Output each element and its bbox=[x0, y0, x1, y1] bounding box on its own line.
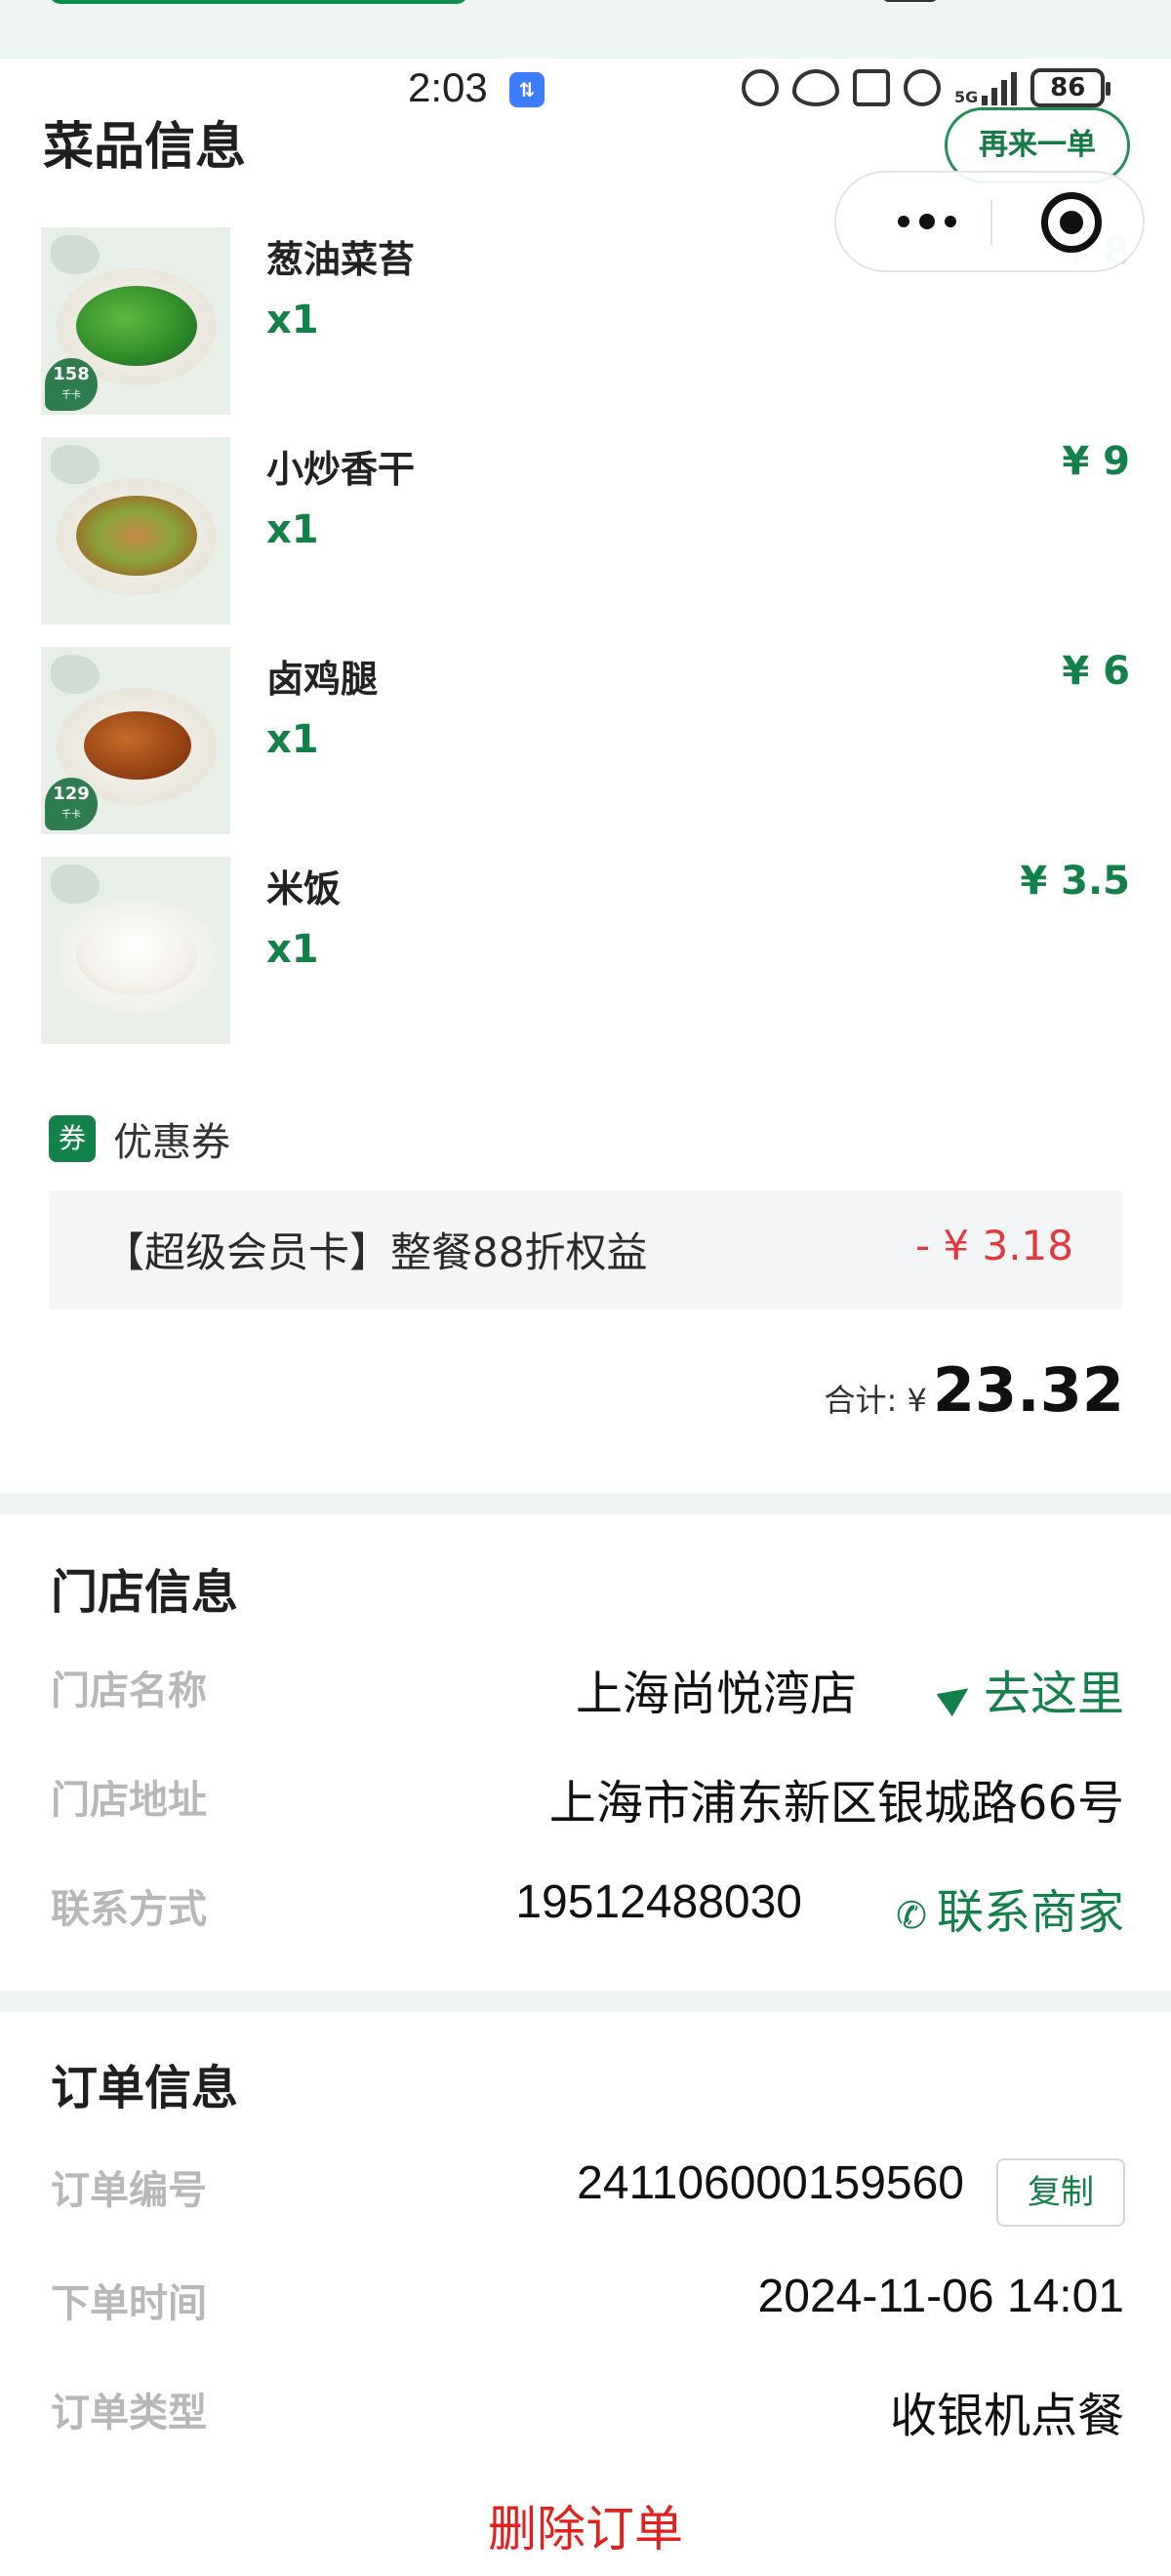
contact-merchant-link[interactable]: ✆ 联系商家 bbox=[896, 1873, 1124, 1942]
phone-icon: ✆ bbox=[896, 1894, 927, 1937]
dish-name: 卤鸡腿 bbox=[266, 658, 379, 701]
brand-leaf-icon bbox=[51, 235, 100, 274]
order-time-key: 下单时间 bbox=[51, 2281, 207, 2326]
food-graphic bbox=[84, 711, 191, 780]
store-phone-value: 19512488030 bbox=[515, 1876, 802, 1928]
section-separator bbox=[0, 1991, 1171, 2012]
coupon-discount-amount: - ¥ 3.18 bbox=[914, 1222, 1073, 1269]
dish-image: 158 千卡 bbox=[41, 227, 230, 415]
order-time-value: 2024-11-06 14:01 bbox=[757, 2271, 1124, 2322]
network-type: 5G bbox=[954, 88, 979, 106]
hd-call-icon bbox=[742, 69, 779, 106]
miniprogram-capsule bbox=[834, 171, 1145, 272]
data-sync-icon: ⇅ bbox=[509, 72, 545, 107]
contact-merchant-label: 联系商家 bbox=[936, 1885, 1124, 1940]
eye-comfort-icon bbox=[792, 69, 839, 106]
dishes-section-title: 菜品信息 bbox=[43, 118, 247, 177]
dish-quantity: x1 bbox=[266, 927, 319, 972]
dish-image bbox=[41, 857, 230, 1044]
dish-price: ¥ 9 bbox=[1062, 439, 1130, 484]
navigation-arrow-icon bbox=[936, 1676, 977, 1717]
store-name-row: 门店名称 上海尚悦湾店 去这里 bbox=[0, 1659, 1171, 1727]
navigate-link[interactable]: 去这里 bbox=[936, 1655, 1124, 1723]
brand-leaf-icon bbox=[51, 655, 100, 694]
alarm-icon bbox=[904, 69, 941, 106]
copy-order-number-button[interactable]: 复制 bbox=[996, 2158, 1125, 2227]
more-icon[interactable] bbox=[873, 173, 981, 270]
order-number-value: 241106000159560 bbox=[577, 2157, 964, 2209]
dish-quantity: x1 bbox=[266, 507, 319, 552]
dish-item: 米饭 x1 ¥ 3.5 bbox=[0, 857, 1171, 1047]
status-time: 2:03 bbox=[408, 64, 488, 110]
coupon-label: 优惠券 bbox=[113, 1120, 230, 1165]
coupon-icon: 券 bbox=[49, 1115, 96, 1162]
delete-order-button[interactable]: 删除订单 bbox=[0, 2490, 1171, 2560]
dish-name: 葱油菜苔 bbox=[266, 238, 416, 281]
capsule-divider bbox=[990, 200, 992, 245]
top-action-bar[interactable] bbox=[49, 0, 468, 4]
food-graphic bbox=[76, 286, 197, 366]
dish-item: 小炒香干 x1 ¥ 9 bbox=[0, 437, 1171, 627]
calorie-badge: 158 千卡 bbox=[45, 358, 98, 411]
order-section-title: 订单信息 bbox=[51, 2061, 239, 2115]
status-icons: 5G 86 bbox=[742, 66, 1111, 109]
dish-image: 129 千卡 bbox=[41, 647, 230, 834]
dish-quantity: x1 bbox=[266, 298, 319, 342]
dish-name: 小炒香干 bbox=[266, 448, 416, 491]
food-graphic bbox=[76, 496, 197, 576]
store-address-row: 门店地址 上海市浦东新区银城路66号 bbox=[0, 1768, 1171, 1836]
signal-icon: 5G bbox=[954, 70, 1018, 106]
dish-quantity: x1 bbox=[266, 717, 319, 762]
order-type-row: 订单类型 收银机点餐 bbox=[0, 2381, 1171, 2449]
brand-leaf-icon bbox=[51, 445, 100, 484]
store-name-key: 门店名称 bbox=[51, 1669, 207, 1713]
section-separator bbox=[0, 1493, 1171, 1514]
nfc-icon bbox=[853, 69, 890, 106]
order-number-row: 订单编号 241106000159560 bbox=[0, 2157, 1171, 2227]
food-graphic bbox=[76, 915, 197, 995]
dish-item: 129 千卡 卤鸡腿 x1 ¥ 6 bbox=[0, 647, 1171, 837]
dish-image bbox=[41, 437, 230, 624]
order-total: 合计: ¥ 23.32 bbox=[825, 1354, 1124, 1426]
brand-leaf-icon bbox=[51, 865, 100, 904]
close-miniprogram-icon[interactable] bbox=[1041, 192, 1102, 253]
calorie-badge: 129 千卡 bbox=[45, 778, 98, 830]
order-number-key: 订单编号 bbox=[51, 2168, 207, 2213]
order-type-key: 订单类型 bbox=[51, 2391, 207, 2435]
dish-name: 米饭 bbox=[266, 867, 342, 910]
top-indicator bbox=[883, 0, 937, 2]
total-value: 23.32 bbox=[932, 1354, 1124, 1426]
top-strip bbox=[0, 0, 1171, 59]
store-section-title: 门店信息 bbox=[51, 1565, 239, 1620]
order-type-value: 收银机点餐 bbox=[889, 2389, 1124, 2443]
coupon-row: 【超级会员卡】整餐88折权益 - ¥ 3.18 bbox=[49, 1190, 1122, 1309]
coupon-header: 券 优惠券 bbox=[49, 1110, 230, 1167]
store-contact-key: 联系方式 bbox=[51, 1887, 207, 1932]
dish-price: ¥ 3.5 bbox=[1020, 859, 1130, 904]
total-label: 合计: ¥ bbox=[824, 1382, 927, 1419]
store-address-key: 门店地址 bbox=[51, 1778, 207, 1823]
store-name-value: 上海尚悦湾店 bbox=[575, 1667, 857, 1721]
order-time-row: 下单时间 2024-11-06 14:01 bbox=[0, 2271, 1171, 2340]
navigate-label: 去这里 bbox=[983, 1667, 1124, 1721]
dish-price: ¥ 6 bbox=[1062, 649, 1130, 694]
battery-icon: 86 bbox=[1030, 68, 1111, 107]
store-address-value: 上海市浦东新区银城路66号 bbox=[548, 1776, 1124, 1831]
coupon-description: 【超级会员卡】整餐88折权益 bbox=[103, 1228, 648, 1276]
store-contact-row: 联系方式 19512488030 ✆ 联系商家 bbox=[0, 1876, 1171, 1946]
